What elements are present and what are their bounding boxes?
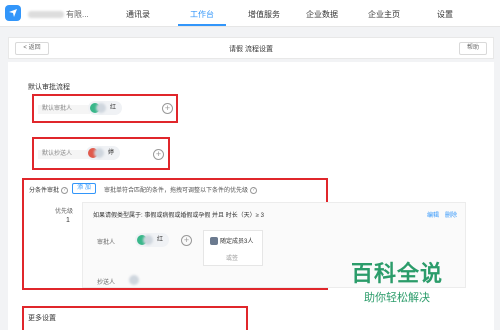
approval-group-box[interactable]: 随定成员3人 或签 bbox=[203, 230, 263, 266]
watermark-sub: 助你轻松解决 bbox=[364, 291, 430, 304]
default-approver-chip[interactable]: 红 bbox=[88, 101, 123, 115]
page-header: < 返回 请假 流程设置 帮助 bbox=[8, 37, 494, 59]
company-name-blur bbox=[28, 11, 64, 19]
priority-value: 1 bbox=[66, 217, 70, 224]
default-cc-chip[interactable]: 婷 bbox=[86, 146, 121, 160]
watermark-main: 百科全说 bbox=[351, 262, 444, 287]
group-icon bbox=[210, 237, 218, 246]
condition-hint-text: 审批单符合匹配的条件，拖拽可调整以下条件的优先级 bbox=[104, 188, 249, 194]
approval-group-tag: 随定成员3人 bbox=[210, 236, 254, 246]
company-name-text: 有限... bbox=[66, 10, 89, 19]
company-name[interactable]: 有限... bbox=[28, 9, 89, 20]
avatar-blur bbox=[94, 148, 104, 158]
default-approver-row: 默认审批人 红 + bbox=[38, 101, 174, 117]
help-icon[interactable]: ? bbox=[250, 186, 258, 194]
default-flow-title: 默认审批流程 bbox=[28, 84, 70, 91]
tab-enterprise-data[interactable]: 企业数据 bbox=[306, 9, 338, 20]
default-cc-row: 默认抄送人 婷 + bbox=[38, 146, 166, 162]
more-settings-title[interactable]: 更多设置 bbox=[28, 313, 56, 323]
active-tab-indicator bbox=[178, 24, 226, 26]
conditional-title: 分条件审批? bbox=[29, 185, 69, 194]
rule-approver-chip[interactable]: 红 bbox=[135, 233, 170, 247]
avatar-blur bbox=[143, 235, 153, 245]
tab-value-added[interactable]: 增值服务 bbox=[248, 9, 280, 20]
delete-rule-link[interactable]: 删除 bbox=[445, 210, 457, 219]
rule-cc-label: 抄送人 bbox=[97, 280, 116, 286]
edit-rule-link[interactable]: 编辑 bbox=[427, 210, 439, 219]
tab-contacts[interactable]: 通讯录 bbox=[126, 9, 150, 20]
avatar-blur bbox=[129, 275, 139, 285]
avatar-blur bbox=[96, 103, 106, 113]
top-navigation: 有限... 通讯录 工作台 增值服务 企业数据 企业主页 设置 bbox=[0, 0, 500, 27]
rule-approver-label: 审批人 bbox=[97, 240, 116, 246]
add-condition-button[interactable]: 添 加 bbox=[72, 183, 96, 194]
more-settings-highlight: 更多设置 bbox=[22, 306, 248, 330]
priority-label: 优先级 bbox=[55, 209, 74, 215]
page-title: 请假 流程设置 bbox=[229, 46, 273, 53]
add-approver-button[interactable]: + bbox=[162, 103, 173, 114]
watermark: 百科全说 助你轻松解决 bbox=[351, 256, 443, 305]
approval-group-text: 随定成员3人 bbox=[220, 239, 254, 245]
condition-hint: 审批单符合匹配的条件，拖拽可调整以下条件的优先级? bbox=[104, 185, 258, 194]
rule-cc-chip[interactable] bbox=[123, 273, 145, 287]
approver-name: 红 bbox=[157, 237, 164, 243]
default-cc-label: 默认抄送人 bbox=[38, 150, 90, 159]
approval-mode: 或签 bbox=[226, 256, 239, 262]
help-icon[interactable]: ? bbox=[61, 186, 69, 194]
approver-name: 红 bbox=[110, 105, 117, 111]
add-cc-button[interactable]: + bbox=[153, 149, 164, 160]
cc-name: 婷 bbox=[108, 150, 115, 156]
tab-enterprise-home[interactable]: 企业主页 bbox=[368, 9, 400, 20]
conditional-title-text: 分条件审批 bbox=[29, 188, 60, 194]
app-logo-icon[interactable] bbox=[5, 5, 21, 21]
default-approver-label: 默认审批人 bbox=[38, 105, 90, 114]
tab-workbench[interactable]: 工作台 bbox=[190, 9, 214, 20]
tab-settings[interactable]: 设置 bbox=[437, 9, 453, 20]
rule-description: 如果请假类型属于: 事假或病假或婚假或孕假 并且 时长（天）≥ 3 bbox=[93, 213, 264, 219]
add-rule-approver-button[interactable]: + bbox=[181, 235, 192, 246]
help-button[interactable]: 帮助 bbox=[459, 42, 487, 55]
